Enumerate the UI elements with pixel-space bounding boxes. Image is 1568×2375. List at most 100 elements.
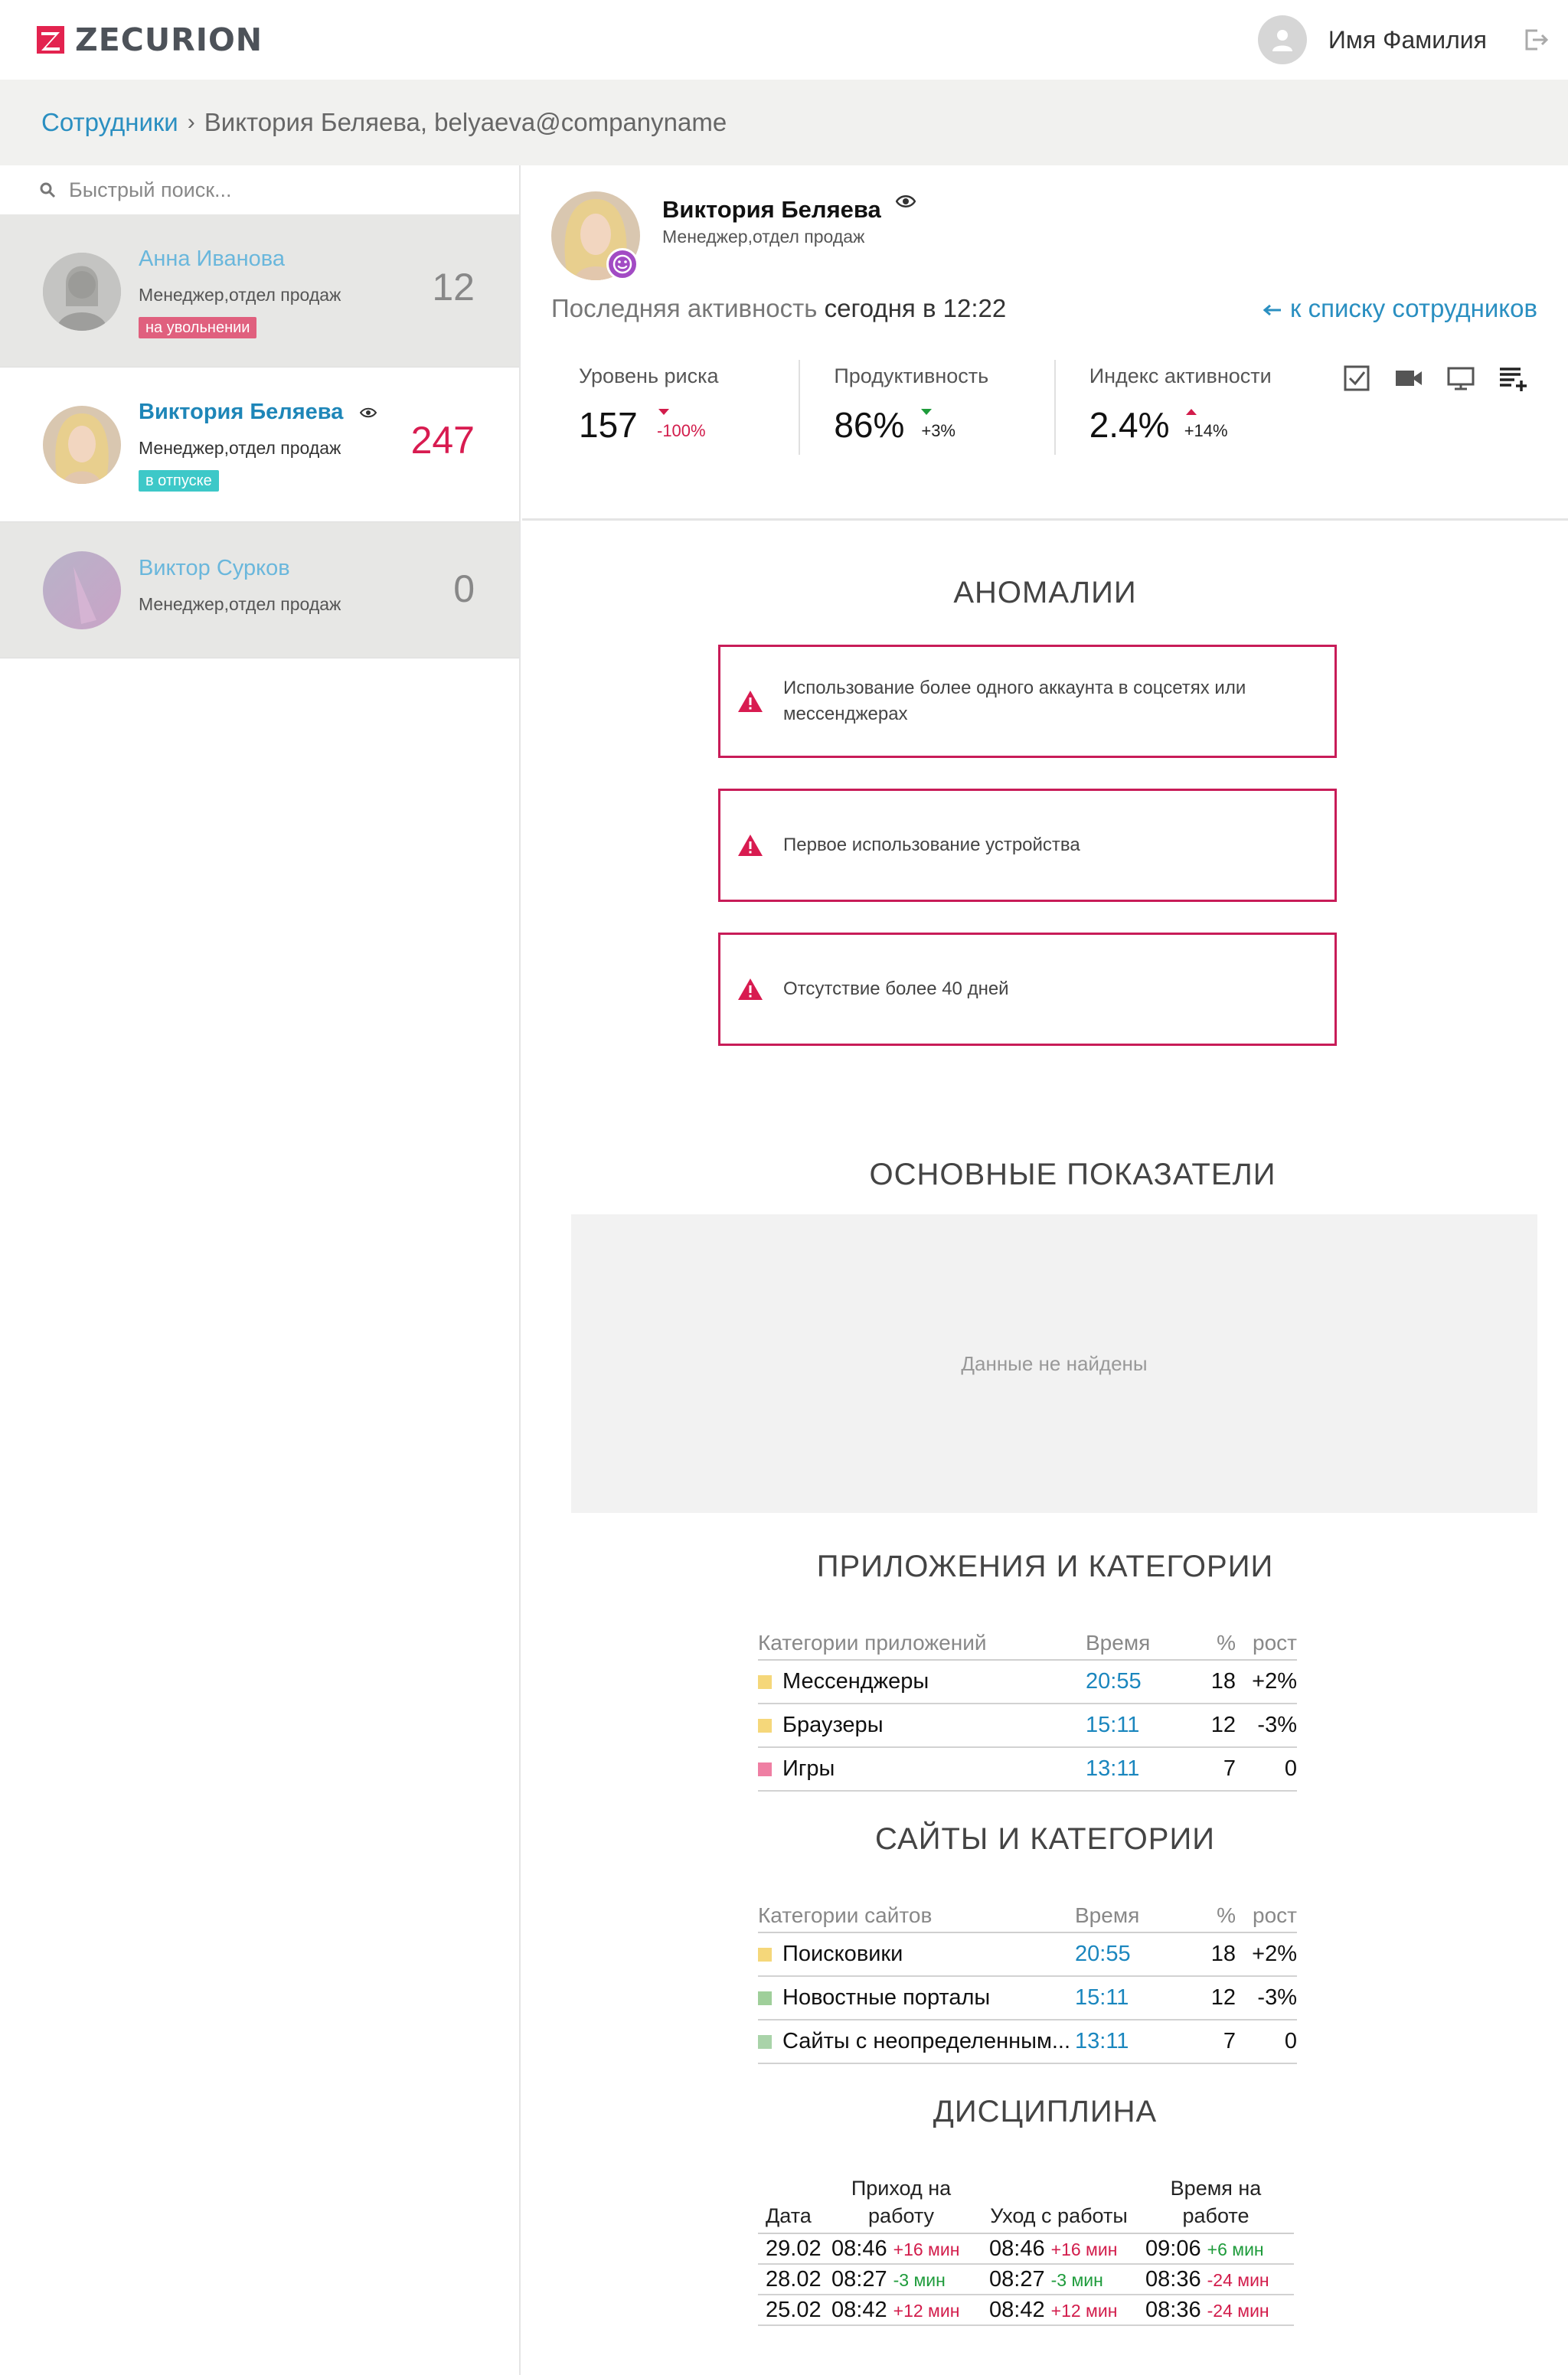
warning-icon [738,691,763,712]
employee-name-text[interactable]: Виктория Беляева [139,400,343,424]
logo-text: ZECURION [75,21,263,58]
profile-role: Менеджер,отдел продаж [662,227,865,247]
employee-details: Виктория Беляева Менеджер,отдел продаж П… [522,165,1568,2375]
metric-activity-index[interactable]: Индекс активности 2.4% +14% [1056,360,1311,455]
column-header[interactable]: Дата [758,2174,822,2234]
date-value: 25.02 [758,2295,822,2326]
user-menu[interactable]: Имя Фамилия [1257,14,1568,66]
employee-item-surkov[interactable]: Виктор Сурков Менеджер,отдел продаж 0 [0,522,519,658]
warning-icon [738,835,763,856]
risk-count: 12 [432,266,475,309]
growth-value: +2% [1236,1660,1297,1704]
table-header: Категории сайтов Время % рост [758,1899,1297,1933]
column-header[interactable]: рост [1236,1626,1297,1661]
monitor-icon[interactable] [1446,363,1476,394]
employee-avatar [43,406,121,484]
time-value[interactable]: 20:55 [1086,1660,1174,1704]
table-row[interactable]: Новостные порталы 15:11 12 -3% [758,1976,1297,2021]
leave-time: 08:46 [989,2236,1045,2261]
breadcrumb-current: Виктория Беляева, belyaeva@companyname [204,108,727,136]
arrow-up-icon [1185,409,1197,415]
employee-role: Менеджер,отдел продаж [139,594,341,614]
eye-icon [360,408,377,418]
category-color-swatch [758,1762,772,1776]
percent-value: 12 [1174,1704,1236,1748]
employee-name[interactable]: Виктор Сурков [139,556,290,581]
column-header[interactable]: Приход на работу [822,2174,980,2234]
anomaly-card[interactable]: Отсутствие более 40 дней [718,933,1337,1046]
user-name[interactable]: Имя Фамилия [1328,26,1487,54]
table-row[interactable]: Браузеры 15:11 12 -3% [758,1704,1297,1748]
column-header[interactable]: % [1174,1626,1236,1661]
main-indicators-empty: Данные не найдены [571,1214,1537,1513]
table-header: Категории приложений Время % рост [758,1626,1297,1661]
zecurion-logo[interactable]: ZECURION [37,21,263,58]
column-header[interactable]: Категории сайтов [758,1899,1075,1933]
breadcrumb-employees-link[interactable]: Сотрудники [41,108,178,137]
last-activity-label: Последняя активность [551,294,818,322]
back-link-text[interactable]: к списку сотрудников [1290,294,1537,322]
discipline-title: ДИСЦИПЛИНА [933,2095,1158,2128]
category-name: Новостные порталы [782,1985,991,2010]
top-header: ZECURION Имя Фамилия [0,0,1568,80]
employee-item-belyaeva[interactable]: Виктория Беляева Менеджер,отдел продаж в… [0,368,519,522]
leave-time: 08:27 [989,2266,1045,2292]
eye-icon[interactable] [896,194,916,208]
time-value[interactable]: 20:55 [1075,1932,1174,1977]
category-color-swatch [758,1991,772,2005]
last-activity: Последняя активность сегодня в 12:22 [551,294,1006,323]
risk-count: 0 [453,567,475,610]
growth-value: -3% [1236,1704,1297,1748]
column-header[interactable]: Уход с работы [980,2174,1138,2234]
table-row[interactable]: 28.02 08:27 -3 мин 08:27 -3 мин 08:36 -2… [758,2264,1294,2295]
playlist-add-icon[interactable] [1498,363,1528,394]
status-badge: в отпуске [139,470,219,492]
anomaly-card[interactable]: Первое использование устройства [718,789,1337,902]
anomaly-text: Отсутствие более 40 дней [783,978,1009,999]
work-time: 09:06 [1145,2236,1201,2261]
back-to-list-link[interactable]: к списку сотрудников [1263,294,1537,323]
table-row[interactable]: Поисковики 20:55 18 +2% [758,1932,1297,1977]
metric-productivity[interactable]: Продуктивность 86% +3% [800,360,1056,455]
employee-avatar [43,551,121,629]
time-value[interactable]: 15:11 [1075,1976,1174,2021]
employee-role: Менеджер,отдел продаж [139,285,341,305]
time-value[interactable]: 13:11 [1075,2020,1174,2064]
column-header[interactable]: рост [1236,1899,1297,1933]
time-value[interactable]: 15:11 [1086,1704,1174,1748]
table-row[interactable]: Сайты с неопределенным... 13:11 7 0 [758,2020,1297,2064]
table-row[interactable]: Мессенджеры 20:55 18 +2% [758,1660,1297,1704]
search-input[interactable]: Быстрый поиск... [69,178,232,202]
employee-name[interactable]: Анна Иванова [139,247,285,272]
column-header[interactable]: Время [1086,1626,1174,1661]
metric-delta: +3% [921,421,956,440]
employee-name[interactable]: Виктория Беляева [139,400,377,425]
metric-risk[interactable]: Уровень риска 157 -100% [545,360,801,455]
table-row[interactable]: 29.02 08:46 +16 мин 08:46 +16 мин 09:06 … [758,2233,1294,2265]
user-avatar[interactable] [1257,15,1307,64]
arrival-time: 08:46 [831,2236,887,2261]
work-time: 08:36 [1145,2266,1201,2292]
risk-count: 247 [410,419,475,462]
column-header[interactable]: Время на работе [1138,2174,1294,2234]
column-header[interactable]: % [1174,1899,1236,1933]
column-header[interactable]: Время [1075,1899,1174,1933]
video-camera-icon[interactable] [1393,363,1424,394]
metric-delta: -100% [657,421,706,440]
quick-search[interactable]: Быстрый поиск... [0,165,519,214]
anomaly-card[interactable]: Использование более одного аккаунта в со… [718,645,1337,758]
growth-value: -3% [1236,1976,1297,2021]
work-delta: +6 мин [1207,2239,1264,2259]
column-header[interactable]: Категории приложений [758,1626,1086,1661]
time-value[interactable]: 13:11 [1086,1747,1174,1792]
warning-icon [738,978,763,1000]
percent-value: 7 [1174,2020,1236,2064]
logout-icon[interactable] [1521,25,1551,55]
employee-item-ivanova[interactable]: Анна Иванова Менеджер,отдел продаж на ув… [0,214,519,368]
table-row[interactable]: 25.02 08:42 +12 мин 08:42 +12 мин 08:36 … [758,2295,1294,2326]
checkbox-icon[interactable] [1341,363,1372,394]
metrics-row: Уровень риска 157 -100% Продуктивность 8… [545,360,1311,455]
table-row[interactable]: Игры 13:11 7 0 [758,1747,1297,1792]
metric-label: Индекс активности [1089,364,1272,387]
arrival-delta: +16 мин [893,2239,960,2259]
